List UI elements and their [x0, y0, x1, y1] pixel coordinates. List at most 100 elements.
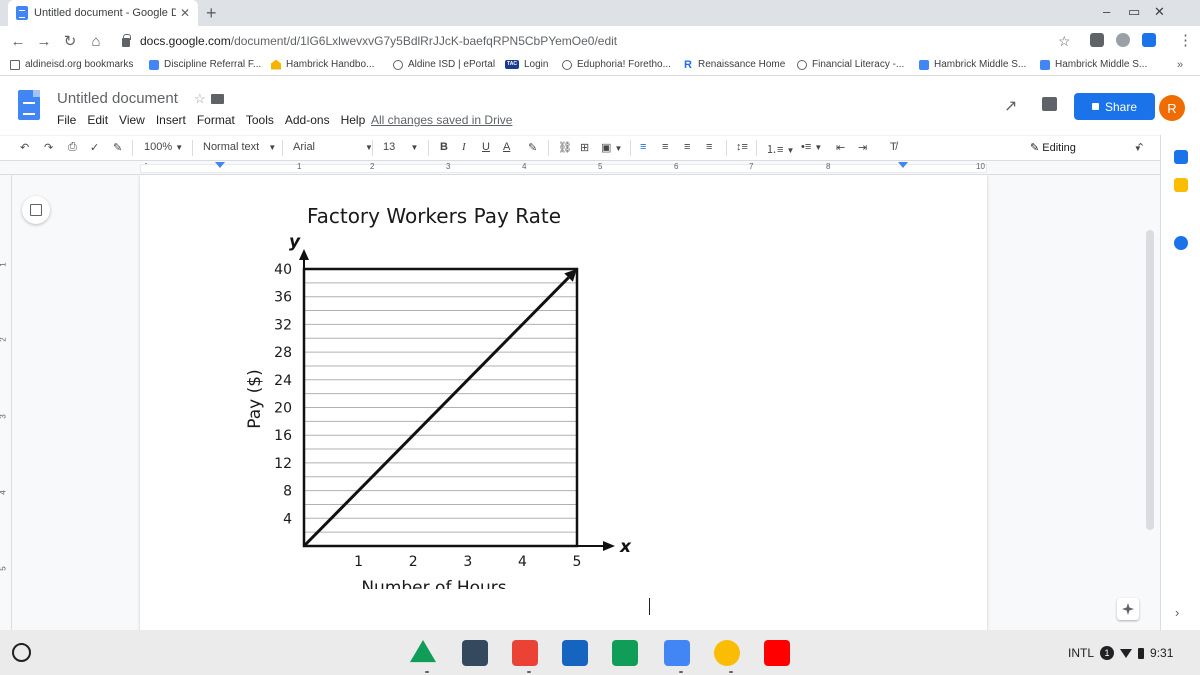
style-select[interactable]: Normal text ▼	[203, 141, 276, 153]
star-icon[interactable]: ☆	[194, 91, 206, 107]
docs-icon[interactable]	[664, 640, 690, 666]
gmail-icon[interactable]	[512, 640, 538, 666]
font-select[interactable]: Arial ▼	[293, 141, 373, 153]
document-title[interactable]: Untitled document	[57, 90, 178, 107]
numbered-list-icon[interactable]: ⒈≡ ▼	[766, 141, 794, 157]
highlight-icon[interactable]: ✎	[528, 141, 537, 154]
print-icon[interactable]: ⎙	[68, 141, 77, 154]
decrease-indent-icon[interactable]: ⇤	[836, 141, 845, 154]
reload-icon[interactable]: ↻	[57, 32, 83, 50]
keep-icon[interactable]	[1174, 178, 1188, 192]
bookmark-item[interactable]: Aldine ISD | ePortal	[393, 59, 495, 70]
back-icon[interactable]: ←	[5, 33, 31, 50]
undo-icon[interactable]: ↶	[20, 141, 29, 154]
font-size-select[interactable]: 13 ▼	[383, 141, 418, 153]
forward-icon[interactable]: →	[31, 33, 57, 50]
insert-comment-icon[interactable]: ⊞	[580, 141, 589, 154]
tab-close-icon[interactable]: ✕	[180, 6, 190, 20]
tasks-icon[interactable]	[1174, 236, 1188, 250]
launcher-icon[interactable]	[12, 643, 31, 662]
bookmark-item[interactable]: Financial Literacy -...	[797, 59, 904, 70]
line-spacing-icon[interactable]: ↕≡	[736, 141, 748, 153]
close-window-button[interactable]: ✕	[1154, 4, 1165, 20]
document-outline-button[interactable]	[22, 196, 50, 224]
extension-icon[interactable]	[1116, 33, 1130, 47]
paint-format-icon[interactable]: ✎	[113, 141, 122, 154]
editing-mode-select[interactable]: ✎ Editing ▼	[1030, 141, 1142, 154]
bulleted-list-icon[interactable]: •≡ ▼	[801, 141, 822, 153]
extension-icon[interactable]	[1142, 33, 1156, 47]
bookmark-item[interactable]: Hambrick Middle S...	[919, 59, 1026, 70]
bookmark-star-icon[interactable]: ☆	[1058, 33, 1071, 50]
collapse-menus-icon[interactable]: ⌃	[1136, 141, 1145, 154]
bookmark-item[interactable]: Eduphoria! Foretho...	[562, 59, 671, 70]
pencil-icon: ✎	[1030, 142, 1040, 154]
system-tray[interactable]: INTL 1 9:31	[1068, 642, 1173, 664]
maximize-button[interactable]: ▭	[1128, 4, 1140, 20]
underline-button[interactable]: U	[482, 141, 490, 153]
spellcheck-icon[interactable]: ✓	[90, 141, 99, 154]
browser-tab-strip: Untitled document - Google Doc ✕ + ‒ ▭ ✕	[0, 0, 1200, 26]
activity-dashboard-icon[interactable]: ↗	[1004, 96, 1017, 116]
bookmark-item[interactable]: R Renaissance Home	[683, 59, 785, 70]
vertical-scrollbar[interactable]	[1146, 230, 1154, 530]
menu-help[interactable]: Help	[341, 113, 366, 127]
left-indent-marker[interactable]	[215, 162, 225, 168]
document-page[interactable]: Factory Workers Pay Rate 4 8 12 16 20 24 28 32 36…	[140, 175, 987, 630]
menu-tools[interactable]: Tools	[246, 113, 274, 127]
y-axis-label: Pay ($)	[245, 369, 265, 428]
docs-logo-icon[interactable]	[18, 90, 40, 120]
chrome-icon[interactable]	[714, 640, 740, 666]
comment-history-icon[interactable]	[1042, 97, 1057, 111]
extension-icon[interactable]	[1090, 33, 1104, 47]
bookmark-label: Hambrick Handbo...	[286, 59, 375, 70]
browser-tab[interactable]: Untitled document - Google Doc ✕	[8, 0, 198, 26]
drive-icon[interactable]	[410, 640, 436, 663]
doc-icon	[919, 59, 929, 70]
clear-formatting-icon[interactable]: T̸	[890, 141, 897, 153]
bookmark-item[interactable]: Discipline Referral F...	[149, 59, 261, 70]
inserted-chart-image[interactable]: Factory Workers Pay Rate4812162024283236…	[222, 189, 645, 589]
italic-button[interactable]: I	[462, 141, 466, 153]
align-left-icon[interactable]: ≡	[640, 141, 646, 153]
minimize-button[interactable]: ‒	[1103, 4, 1110, 19]
bookmark-item[interactable]: TAC Login	[505, 59, 548, 70]
menu-edit[interactable]: Edit	[87, 113, 108, 127]
menu-addons[interactable]: Add-ons	[285, 113, 330, 127]
app-icon[interactable]	[562, 640, 588, 666]
bookmark-item[interactable]: Hambrick Handbo...	[271, 59, 374, 70]
menu-format[interactable]: Format	[197, 113, 235, 127]
sheets-icon[interactable]	[612, 640, 638, 666]
menu-insert[interactable]: Insert	[156, 113, 186, 127]
bold-button[interactable]: B	[440, 141, 448, 153]
text-color-button[interactable]: A	[503, 141, 510, 153]
share-button[interactable]: Share	[1074, 93, 1155, 120]
avatar[interactable]: R	[1159, 95, 1185, 121]
align-center-icon[interactable]: ≡	[662, 141, 668, 153]
align-justify-icon[interactable]: ≡	[706, 141, 712, 153]
link-icon[interactable]: ⛓	[558, 141, 572, 154]
bookmark-item[interactable]: aldineisd.org bookmarks	[10, 59, 133, 70]
address-bar[interactable]: docs.google.com/document/d/1lG6LxlwevxvG…	[110, 29, 1080, 53]
menu-file[interactable]: File	[57, 113, 76, 127]
browser-menu-icon[interactable]: ⋮	[1178, 31, 1193, 49]
bookmarks-overflow-button[interactable]: »	[1177, 59, 1183, 71]
bookmark-item[interactable]: Hambrick Middle S...	[1040, 59, 1147, 70]
home-icon[interactable]: ⌂	[83, 33, 109, 50]
chevron-right-icon[interactable]: ›	[1175, 605, 1179, 620]
explore-button[interactable]	[1117, 598, 1139, 620]
app-icon[interactable]	[462, 640, 488, 666]
ruler-number: 6	[674, 162, 679, 171]
increase-indent-icon[interactable]: ⇥	[858, 141, 867, 154]
redo-icon[interactable]: ↷	[44, 141, 53, 154]
menu-view[interactable]: View	[119, 113, 145, 127]
move-folder-icon[interactable]	[211, 94, 224, 104]
align-right-icon[interactable]: ≡	[684, 141, 690, 153]
insert-image-icon[interactable]: ▣ ▼	[601, 141, 622, 154]
save-status[interactable]: All changes saved in Drive	[371, 113, 512, 127]
zoom-select[interactable]: 100% ▼	[144, 141, 183, 153]
youtube-icon[interactable]	[764, 640, 790, 666]
right-indent-marker[interactable]	[898, 162, 908, 168]
calendar-icon[interactable]	[1174, 150, 1188, 164]
new-tab-button[interactable]: +	[206, 3, 217, 24]
